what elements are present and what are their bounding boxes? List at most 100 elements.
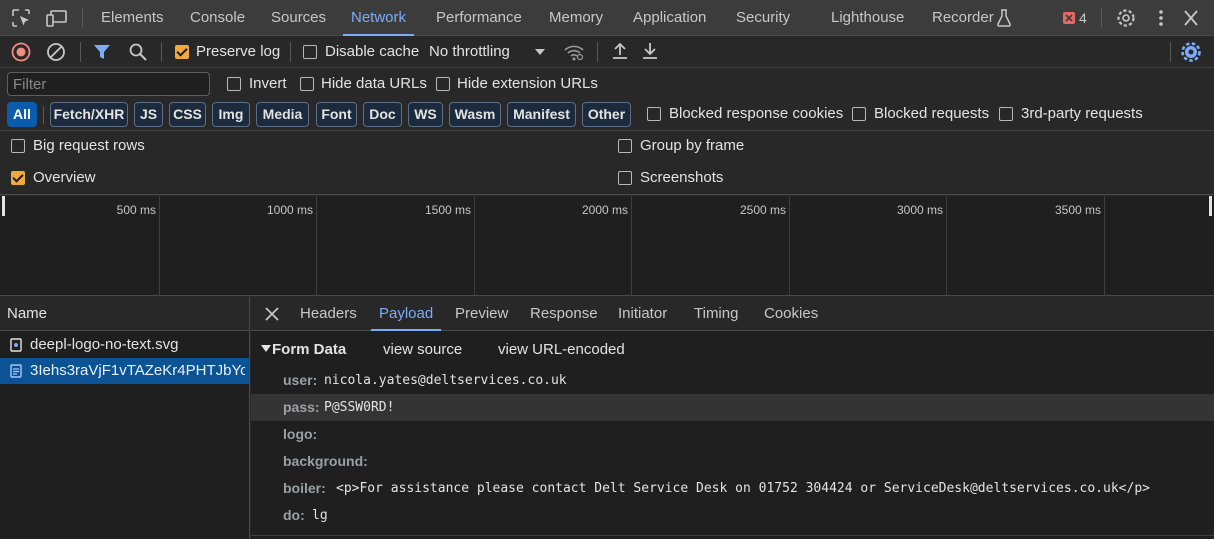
type-filter-fetch-xhr[interactable]: Fetch/XHR [50,102,128,127]
timeline-tick-label: 500 ms [116,203,156,217]
network-settings-gear-icon[interactable] [1180,41,1202,63]
timeline-right-handle[interactable] [1209,196,1212,216]
request-detail-pane: Headers Payload Preview Response Initiat… [251,297,1214,539]
flask-icon [996,9,1012,29]
export-har-download-icon[interactable] [641,41,659,61]
detail-tab-bar: Headers Payload Preview Response Initiat… [251,297,1214,331]
blocked-requests-checkbox[interactable] [852,107,866,121]
devtools-tab-bar: Elements Console Sources Network Perform… [0,0,1214,36]
request-name: deepl-logo-no-text.svg [30,336,179,353]
network-toolbar: Preserve log Disable cache No throttling [0,36,1214,68]
tab-cookies[interactable]: Cookies [764,297,818,331]
view-source-link[interactable]: view source [383,341,462,358]
preserve-log-checkbox[interactable] [175,45,189,59]
form-field-row: background: [251,448,1214,475]
name-column-header[interactable]: Name [0,297,249,331]
tab-security[interactable]: Security [736,0,790,36]
third-party-requests-label: 3rd-party requests [1021,105,1143,122]
type-filter-font[interactable]: Font [316,102,357,127]
big-request-rows-label: Big request rows [33,137,145,154]
disable-cache-checkbox[interactable] [303,45,317,59]
hide-data-urls-label: Hide data URLs [321,75,427,92]
timeline-tick-label: 2500 ms [739,203,786,217]
throttling-select[interactable]: No throttling [429,43,510,61]
tab-timing[interactable]: Timing [694,297,738,331]
search-icon[interactable] [128,42,148,62]
form-field-key: background: [283,453,368,469]
close-detail-icon[interactable] [264,306,280,322]
divider [251,535,1214,536]
issues-error-icon[interactable] [1062,11,1076,31]
tab-sources[interactable]: Sources [271,0,326,36]
tab-preview[interactable]: Preview [455,297,508,331]
tab-initiator[interactable]: Initiator [618,297,667,331]
tab-headers[interactable]: Headers [300,297,357,331]
type-filter-css[interactable]: CSS [169,102,206,127]
type-filter-wasm[interactable]: Wasm [449,102,501,127]
device-toolbar-icon[interactable] [46,8,68,28]
tab-payload[interactable]: Payload [370,297,442,331]
group-by-frame-checkbox[interactable] [618,139,632,153]
type-filter-doc[interactable]: Doc [363,102,402,127]
hide-data-urls-checkbox[interactable] [300,77,314,91]
screenshots-checkbox[interactable] [618,171,632,185]
blocked-requests-label: Blocked requests [874,105,990,122]
timeline-tick-label: 3500 ms [1054,203,1101,217]
clear-icon[interactable] [46,42,66,62]
timeline-gridline [159,196,160,296]
stop-recording-icon[interactable] [11,42,31,62]
invert-checkbox[interactable] [227,77,241,91]
third-party-requests-checkbox[interactable] [999,107,1013,121]
timeline-gridline [631,196,632,296]
tab-network[interactable]: Network [342,0,415,36]
timeline-tick-label: 1500 ms [424,203,471,217]
type-filter-js[interactable]: JS [134,102,163,127]
settings-gear-icon[interactable] [1115,8,1137,28]
hide-extension-urls-checkbox[interactable] [436,77,450,91]
request-row[interactable]: deepl-logo-no-text.svg [0,332,249,358]
issues-count[interactable]: 4 [1079,0,1087,36]
import-har-upload-icon[interactable] [611,41,629,61]
filter-input[interactable] [7,72,210,96]
form-data-section-title[interactable]: Form Data [272,341,346,358]
toolbar-divider [82,8,83,28]
tab-console[interactable]: Console [190,0,245,36]
preserve-log-label: Preserve log [196,43,281,60]
type-filter-manifest[interactable]: Manifest [507,102,576,127]
tab-lighthouse[interactable]: Lighthouse [831,0,904,36]
blocked-response-cookies-checkbox[interactable] [647,107,661,121]
toolbar-divider [1170,42,1171,62]
overview-timeline[interactable]: 500 ms 1000 ms 1500 ms 2000 ms 2500 ms 3… [0,196,1214,296]
view-url-encoded-link[interactable]: view URL-encoded [498,341,625,358]
timeline-left-handle[interactable] [2,196,5,216]
network-conditions-wifi-icon[interactable] [563,42,585,62]
form-field-key: pass: [283,399,320,415]
toolbar-divider [1101,8,1102,28]
tab-elements[interactable]: Elements [101,0,164,36]
more-options-icon[interactable] [1150,8,1172,28]
toolbar-divider [597,42,598,62]
type-filter-ws[interactable]: WS [408,102,443,127]
filter-funnel-icon[interactable] [93,43,111,61]
tab-performance[interactable]: Performance [436,0,522,36]
tab-memory[interactable]: Memory [549,0,603,36]
document-file-icon [10,364,22,378]
form-field-row: do: lg [251,502,1214,529]
close-devtools-icon[interactable] [1180,8,1202,28]
inspect-element-icon[interactable] [11,8,33,28]
toolbar-divider [43,106,44,124]
type-filter-img[interactable]: Img [212,102,250,127]
triangle-down-icon[interactable] [261,345,271,353]
type-filter-media[interactable]: Media [256,102,309,127]
chevron-down-icon[interactable] [534,48,546,56]
tab-recorder[interactable]: Recorder [932,0,994,36]
name-column-label: Name [7,305,48,322]
request-row-selected[interactable]: 3Iehs3raVjF1vTAZeKr4PHTJbYo... [0,358,249,384]
tab-application[interactable]: Application [633,0,706,36]
big-request-rows-checkbox[interactable] [11,139,25,153]
timeline-gridline [946,196,947,296]
type-filter-all[interactable]: All [7,102,37,127]
overview-checkbox[interactable] [11,171,25,185]
tab-response[interactable]: Response [530,297,598,331]
type-filter-other[interactable]: Other [582,102,631,127]
